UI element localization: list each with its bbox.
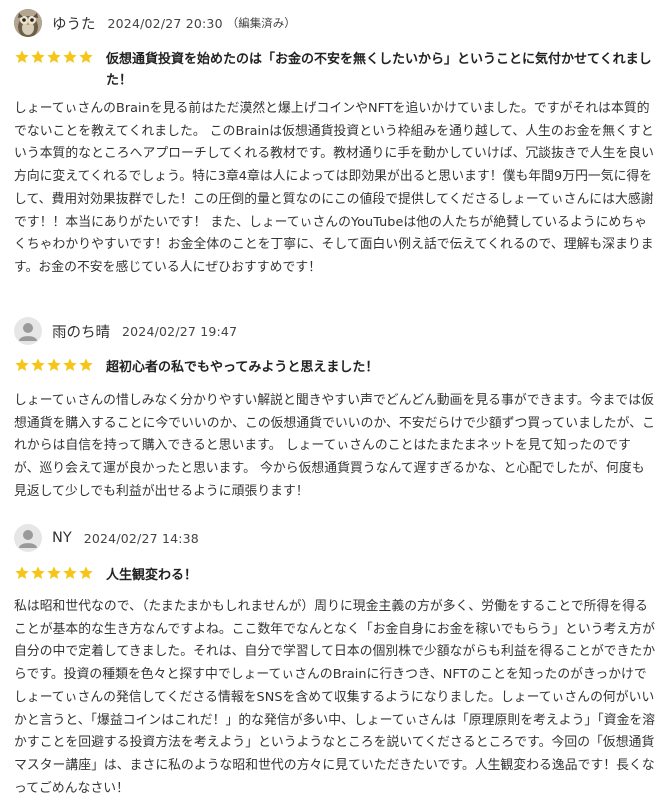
star-rating: [14, 357, 94, 373]
star-icon: [47, 50, 61, 63]
username[interactable]: 雨のち晴: [52, 321, 110, 342]
review-header: NY 2024/02/27 14:38: [14, 521, 199, 555]
review-datetime: 2024/02/27 14:38: [83, 530, 199, 546]
star-icon: [31, 50, 45, 63]
rating-row: 超初心者の私でもやってみようと思えました！: [14, 357, 654, 378]
star-icon: [63, 566, 77, 579]
review-body: しょーてぃさんの惜しみなく分かりやすい解説と聞きやすい声でどんどん動画を見る事が…: [14, 393, 655, 499]
review-datetime: 2024/02/27 20:30: [107, 15, 223, 31]
username[interactable]: ゆうた: [52, 13, 96, 34]
star-icon: [79, 358, 93, 371]
review-title: 超初心者の私でもやってみようと思えました！: [106, 360, 379, 375]
star-icon: [79, 566, 93, 579]
review-body: しょーてぃさんのBrainを見る前はただ漠然と爆上げコインやNFTを追いかけてい…: [14, 101, 654, 275]
star-icon: [79, 50, 93, 63]
star-icon: [31, 358, 45, 371]
review-title: 人生観変わる！: [106, 568, 198, 583]
star-icon: [47, 566, 61, 579]
review-body: 私は昭和世代なので、（たまたまかもしれませんが）周りに現金主義の方が多く、労働を…: [14, 599, 656, 796]
star-icon: [63, 358, 77, 371]
review-title: 仮想通貨投資を始めたのは「お金の不安を無くしたいから」ということに気付かせてくれ…: [106, 52, 652, 88]
star-icon: [31, 566, 45, 579]
review-header: 雨のち晴 2024/02/27 19:47: [14, 314, 237, 348]
star-rating: [14, 49, 94, 65]
star-icon: [15, 50, 29, 63]
star-icon: [63, 50, 77, 63]
username[interactable]: NY: [52, 530, 72, 546]
edited-label: （編集済み）: [226, 16, 296, 30]
star-icon: [15, 358, 29, 371]
default-user-icon[interactable]: [14, 317, 42, 345]
star-icon: [15, 566, 29, 579]
default-user-icon[interactable]: [14, 524, 42, 552]
rating-row: 仮想通貨投資を始めたのは「お金の不安を無くしたいから」ということに気付かせてくれ…: [14, 49, 654, 91]
rating-row: 人生観変わる！: [14, 565, 654, 586]
star-rating: [14, 565, 94, 581]
owl-photo-icon[interactable]: [14, 9, 42, 37]
review-header: ゆうた 2024/02/27 20:30 （編集済み）: [14, 6, 296, 40]
star-icon: [47, 358, 61, 371]
review-datetime: 2024/02/27 19:47: [122, 323, 238, 339]
